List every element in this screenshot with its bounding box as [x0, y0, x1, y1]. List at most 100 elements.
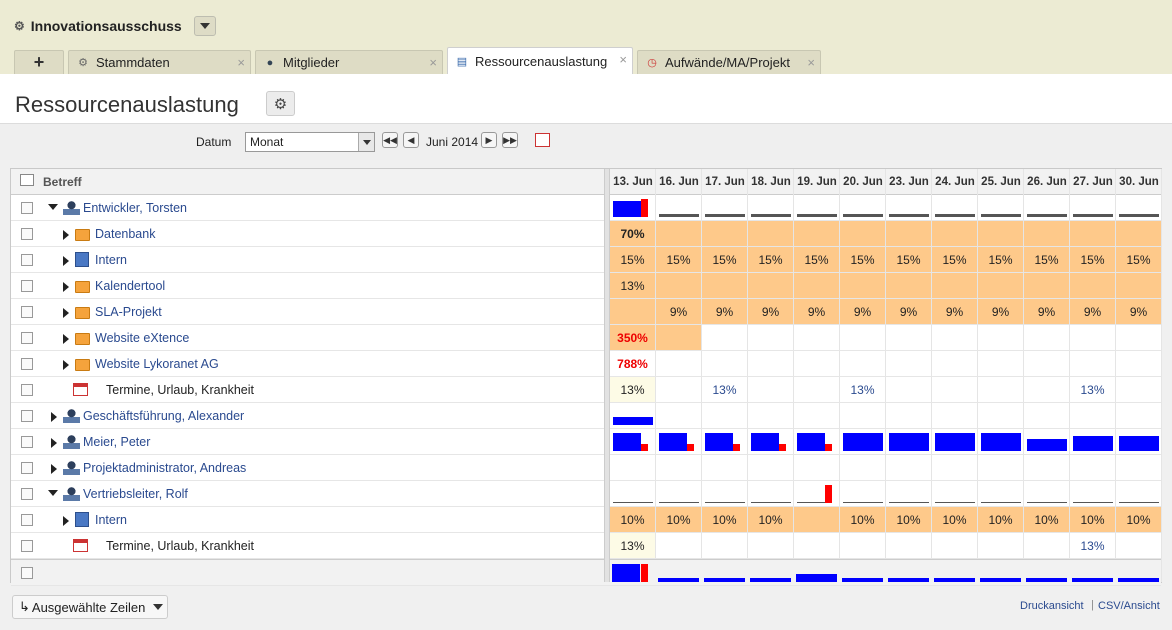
grid-cell[interactable]: 9%: [886, 299, 931, 324]
grid-cell[interactable]: 15%: [1116, 247, 1161, 272]
expand-triangle-icon[interactable]: [63, 334, 69, 344]
grid-cell[interactable]: [840, 533, 885, 558]
grid-cell[interactable]: [656, 533, 701, 558]
grid-cell[interactable]: [656, 377, 701, 402]
expand-triangle-icon[interactable]: [63, 256, 69, 266]
table-row[interactable]: Intern 15% 15% 15% 15% 15% 15% 15% 15% 15% 15% 15% 1…: [11, 247, 1161, 273]
grid-cell[interactable]: 9%: [702, 299, 747, 324]
grid-cell[interactable]: [702, 533, 747, 558]
grid-cell[interactable]: 15%: [1024, 247, 1069, 272]
grid-cell[interactable]: [886, 351, 931, 376]
table-row[interactable]: Geschäftsführung, Alexander: [11, 403, 1161, 429]
grid-cell[interactable]: [702, 273, 747, 298]
grid-cell[interactable]: 15%: [978, 247, 1023, 272]
add-tab-button[interactable]: +: [14, 50, 64, 74]
grid-cell[interactable]: [1070, 351, 1115, 376]
grid-splitter[interactable]: [604, 169, 610, 582]
collapse-triangle-icon[interactable]: [48, 204, 58, 210]
grid-cell[interactable]: 13%: [610, 533, 655, 558]
grid-cell[interactable]: 9%: [978, 299, 1023, 324]
grid-cell[interactable]: [978, 377, 1023, 402]
grid-cell[interactable]: 10%: [1116, 507, 1161, 532]
grid-cell[interactable]: 15%: [794, 247, 839, 272]
expand-triangle-icon[interactable]: [51, 438, 57, 448]
tab-mitglieder[interactable]: ● Mitglieder ×: [255, 50, 443, 74]
grid-cell[interactable]: [932, 273, 977, 298]
expand-triangle-icon[interactable]: [51, 412, 57, 422]
grid-cell[interactable]: 9%: [1116, 299, 1161, 324]
grid-cell[interactable]: [840, 273, 885, 298]
settings-button[interactable]: ⚙: [266, 91, 295, 116]
table-row[interactable]: Termine, Urlaub, Krankheit 13% 13% 13% 13%: [11, 377, 1161, 403]
expand-triangle-icon[interactable]: [63, 308, 69, 318]
collapse-triangle-icon[interactable]: [48, 490, 58, 496]
row-label[interactable]: Meier, Peter: [83, 435, 150, 449]
grid-cell[interactable]: 15%: [610, 247, 655, 272]
grid-cell[interactable]: [978, 273, 1023, 298]
last-period-button[interactable]: ▶▶: [502, 132, 518, 148]
table-row[interactable]: Entwickler, Torsten: [11, 195, 1161, 221]
grid-cell[interactable]: [840, 325, 885, 350]
row-label[interactable]: Vertriebsleiter, Rolf: [83, 487, 188, 501]
row-label[interactable]: Website eXtence: [95, 331, 189, 345]
grid-cell[interactable]: 9%: [1024, 299, 1069, 324]
close-icon[interactable]: ×: [237, 55, 245, 70]
grid-cell[interactable]: [748, 273, 793, 298]
first-period-button[interactable]: ◀◀: [382, 132, 398, 148]
grid-cell[interactable]: 9%: [794, 299, 839, 324]
grid-cell[interactable]: [1116, 533, 1161, 558]
expand-triangle-icon[interactable]: [63, 516, 69, 526]
grid-cell[interactable]: [1024, 377, 1069, 402]
grid-cell[interactable]: [886, 533, 931, 558]
row-label[interactable]: Termine, Urlaub, Krankheit: [106, 383, 254, 397]
row-label[interactable]: Intern: [95, 253, 127, 267]
table-row[interactable]: Website eXtence 350%: [11, 325, 1161, 351]
row-label[interactable]: Intern: [95, 513, 127, 527]
grid-cell[interactable]: 350%: [610, 325, 655, 350]
grid-cell[interactable]: 10%: [932, 507, 977, 532]
grid-cell[interactable]: [794, 533, 839, 558]
grid-cell[interactable]: [702, 221, 747, 246]
grid-cell[interactable]: [794, 351, 839, 376]
close-icon[interactable]: ×: [807, 55, 815, 70]
grid-cell[interactable]: 15%: [932, 247, 977, 272]
next-period-button[interactable]: ▶: [481, 132, 497, 148]
grid-cell[interactable]: [748, 377, 793, 402]
row-checkbox[interactable]: [21, 228, 33, 240]
table-row[interactable]: SLA-Projekt 9% 9% 9% 9% 9% 9% 9% 9% 9% 9% 9%: [11, 299, 1161, 325]
grid-cell[interactable]: [748, 221, 793, 246]
grid-cell[interactable]: [978, 533, 1023, 558]
grid-cell[interactable]: [794, 377, 839, 402]
grid-cell[interactable]: [748, 325, 793, 350]
grid-cell[interactable]: 15%: [702, 247, 747, 272]
period-select[interactable]: Monat: [245, 132, 375, 152]
table-row[interactable]: Kalendertool 13%: [11, 273, 1161, 299]
grid-cell[interactable]: 10%: [702, 507, 747, 532]
grid-cell[interactable]: 9%: [748, 299, 793, 324]
grid-cell[interactable]: [932, 377, 977, 402]
row-checkbox[interactable]: [21, 488, 33, 500]
grid-cell[interactable]: 10%: [886, 507, 931, 532]
grid-cell[interactable]: [1116, 351, 1161, 376]
grid-cell[interactable]: 9%: [840, 299, 885, 324]
table-row[interactable]: Termine, Urlaub, Krankheit 13% 13%: [11, 533, 1161, 559]
grid-cell[interactable]: [702, 325, 747, 350]
grid-cell[interactable]: 13%: [1070, 533, 1115, 558]
grid-cell[interactable]: [1024, 273, 1069, 298]
grid-cell[interactable]: 10%: [1070, 507, 1115, 532]
row-checkbox[interactable]: [21, 384, 33, 396]
grid-cell[interactable]: [886, 377, 931, 402]
grid-cell[interactable]: 13%: [610, 273, 655, 298]
grid-cell[interactable]: [1070, 221, 1115, 246]
grid-cell[interactable]: 13%: [1070, 377, 1115, 402]
grid-cell[interactable]: [1024, 533, 1069, 558]
grid-cell[interactable]: [1116, 325, 1161, 350]
grid-cell[interactable]: [978, 221, 1023, 246]
grid-cell[interactable]: [1070, 273, 1115, 298]
grid-cell[interactable]: 10%: [1024, 507, 1069, 532]
grid-cell[interactable]: 10%: [610, 507, 655, 532]
close-icon[interactable]: ×: [619, 52, 627, 67]
grid-cell[interactable]: [1116, 377, 1161, 402]
expand-triangle-icon[interactable]: [51, 464, 57, 474]
row-checkbox[interactable]: [21, 436, 33, 448]
